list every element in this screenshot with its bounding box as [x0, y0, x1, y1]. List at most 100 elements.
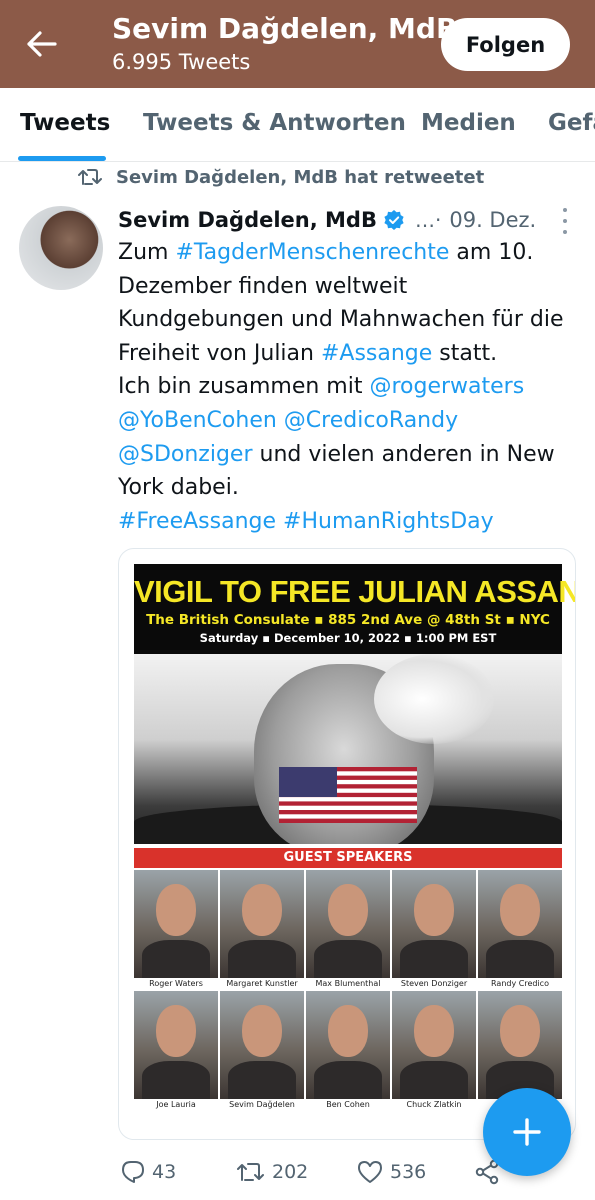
tweet-text-segment: [276, 509, 283, 534]
speaker-card: Joe Lauria: [134, 991, 218, 1109]
retweet-notice: Sevim Dağdelen, MdB hat retweetet: [78, 165, 484, 189]
arrow-left-icon: [27, 31, 57, 57]
mention-link[interactable]: @YoBenCohen: [118, 408, 277, 433]
speaker-name: Steven Donziger: [400, 979, 468, 988]
retweet-icon: [78, 169, 102, 185]
poster-title: VIGIL TO FREE JULIAN ASSANGE: [134, 574, 576, 609]
speaker-photo: [392, 991, 476, 1099]
us-flag-gag: [279, 767, 417, 823]
speaker-photo: [306, 991, 390, 1099]
tweet-text-line: Freiheit von Julian #Assange statt.: [118, 337, 583, 371]
speaker-card: Roger Waters: [134, 870, 218, 988]
profile-header: Sevim Dağdelen, MdB 6.995 Tweets Folgen: [0, 0, 595, 88]
poster-photo: [134, 654, 562, 844]
tweet-author[interactable]: Sevim Dağdelen, MdB: [118, 208, 377, 232]
more-options-icon[interactable]: [560, 208, 570, 234]
tweet-header: Sevim Dağdelen, MdB …· 09. Dez.: [118, 205, 536, 235]
tweet-text-segment: statt.: [432, 340, 498, 366]
guest-speakers-header: GUEST SPEAKERS: [134, 848, 562, 868]
speaker-photo: [392, 870, 476, 978]
tweet-text: Zum #TagderMenschenrechte am 10. Dezember…: [118, 236, 583, 538]
tweet-text-segment: und vielen anderen in New: [252, 441, 555, 467]
poster-datetime: Saturday ▪ December 10, 2022 ▪ 1:00 PM E…: [199, 631, 497, 645]
speaker-card: Sevim Dağdelen: [220, 991, 304, 1109]
tab-tweets[interactable]: Tweets: [20, 110, 110, 136]
mention-link[interactable]: @CredicoRandy: [284, 408, 458, 433]
tweet-text-segment: Zum: [118, 240, 176, 265]
speaker-photo: [134, 870, 218, 978]
tweet-text-segment: am 10.: [449, 240, 534, 265]
verified-badge-icon: [384, 210, 404, 230]
plus-icon: [513, 1118, 541, 1146]
tweet-text-line: Ich bin zusammen mit @rogerwaters: [118, 370, 583, 404]
speaker-name: Joe Lauria: [156, 1100, 196, 1109]
speaker-photo: [220, 991, 304, 1099]
speaker-photo: [478, 870, 562, 978]
speaker-photo: [134, 991, 218, 1099]
speaker-name: Randy Credico: [491, 979, 549, 988]
compose-tweet-button[interactable]: [483, 1088, 571, 1176]
profile-tabs: Tweets Tweets & Antworten Medien Gefä: [0, 88, 595, 162]
ellipsis: …·: [414, 208, 442, 232]
retweet-button[interactable]: 202: [236, 1155, 308, 1189]
speaker-photo: [220, 870, 304, 978]
speaker-name: Roger Waters: [149, 979, 203, 988]
speaker-name: Chuck Zlatkin: [406, 1100, 462, 1109]
tweet-text-segment: Freiheit von Julian: [118, 340, 321, 366]
retweet-count: 202: [272, 1161, 309, 1183]
hashtag-link[interactable]: #FreeAssange: [118, 509, 276, 534]
tweet-text-segment: Dezember finden weltweit: [118, 273, 408, 299]
hashtag-link[interactable]: #Assange: [321, 341, 432, 366]
tweet-text-line: #FreeAssange #HumanRightsDay: [118, 505, 583, 539]
follow-button[interactable]: Folgen: [441, 18, 570, 71]
speaker-name: Sevim Dağdelen: [229, 1100, 295, 1109]
heart-icon: [358, 1161, 382, 1183]
portrait-hair: [374, 654, 494, 744]
hashtag-link[interactable]: #HumanRightsDay: [283, 509, 494, 534]
speaker-name: Margaret Kunstler: [226, 979, 298, 988]
tweet-actions: 43 202 536: [118, 1155, 558, 1189]
tweet-text-line: @SDonziger und vielen anderen in New: [118, 438, 583, 472]
tweet-count: 6.995 Tweets: [112, 50, 251, 74]
speaker-card: Steven Donziger: [392, 870, 476, 988]
speaker-card: Chuck Zlatkin: [392, 991, 476, 1109]
speaker-card: Margaret Kunstler: [220, 870, 304, 988]
tab-tweets-replies[interactable]: Tweets & Antworten: [143, 110, 406, 136]
tweet-text-line: Zum #TagderMenschenrechte am 10.: [118, 236, 583, 270]
tweet-text-segment: [277, 408, 284, 433]
like-button[interactable]: 536: [356, 1155, 426, 1189]
tweet-text-segment: Kundgebungen und Mahnwachen für die: [118, 307, 564, 333]
tweet-media[interactable]: VIGIL TO FREE JULIAN ASSANGE The British…: [118, 548, 576, 1140]
active-tab-indicator: [18, 156, 106, 161]
speaker-card: Max Blumenthal: [306, 870, 390, 988]
speaker-photo: [306, 870, 390, 978]
mention-link[interactable]: @rogerwaters: [369, 374, 524, 399]
back-button[interactable]: [20, 24, 64, 64]
speaker-card: Ben Cohen: [306, 991, 390, 1109]
avatar[interactable]: [19, 206, 103, 290]
mention-link[interactable]: @SDonziger: [118, 442, 253, 467]
speaker-photo: [478, 991, 562, 1099]
poster-banner: VIGIL TO FREE JULIAN ASSANGE The British…: [134, 564, 576, 654]
speaker-card: Randy Credico: [478, 870, 562, 988]
retweet-label: Sevim Dağdelen, MdB hat retweetet: [116, 166, 485, 188]
tweet-text-segment: York dabei.: [118, 475, 239, 501]
hashtag-link[interactable]: #TagderMenschenrechte: [175, 240, 449, 265]
profile-name: Sevim Dağdelen, MdB: [112, 12, 458, 45]
like-count: 536: [390, 1161, 427, 1183]
tweet-text-line: York dabei.: [118, 471, 583, 505]
tweet-text-line: @YoBenCohen @CredicoRandy: [118, 404, 583, 438]
speaker-name: Max Blumenthal: [315, 979, 381, 988]
reply-count: 43: [152, 1161, 177, 1183]
speaker-name: Ben Cohen: [326, 1100, 370, 1109]
tweet-text-segment: Ich bin zusammen mit: [118, 374, 370, 400]
retweet-icon: [237, 1163, 264, 1181]
tweet-text-line: Dezember finden weltweit: [118, 270, 583, 304]
tab-media[interactable]: Medien: [421, 110, 516, 136]
reply-button[interactable]: 43: [120, 1155, 176, 1189]
poster-location: The British Consulate ▪ 885 2nd Ave @ 48…: [146, 612, 550, 628]
reply-icon: [122, 1161, 144, 1183]
tweet-text-line: Kundgebungen und Mahnwachen für die: [118, 303, 583, 337]
tweet-date[interactable]: 09. Dez.: [449, 208, 536, 232]
tab-likes[interactable]: Gefä: [548, 110, 595, 136]
